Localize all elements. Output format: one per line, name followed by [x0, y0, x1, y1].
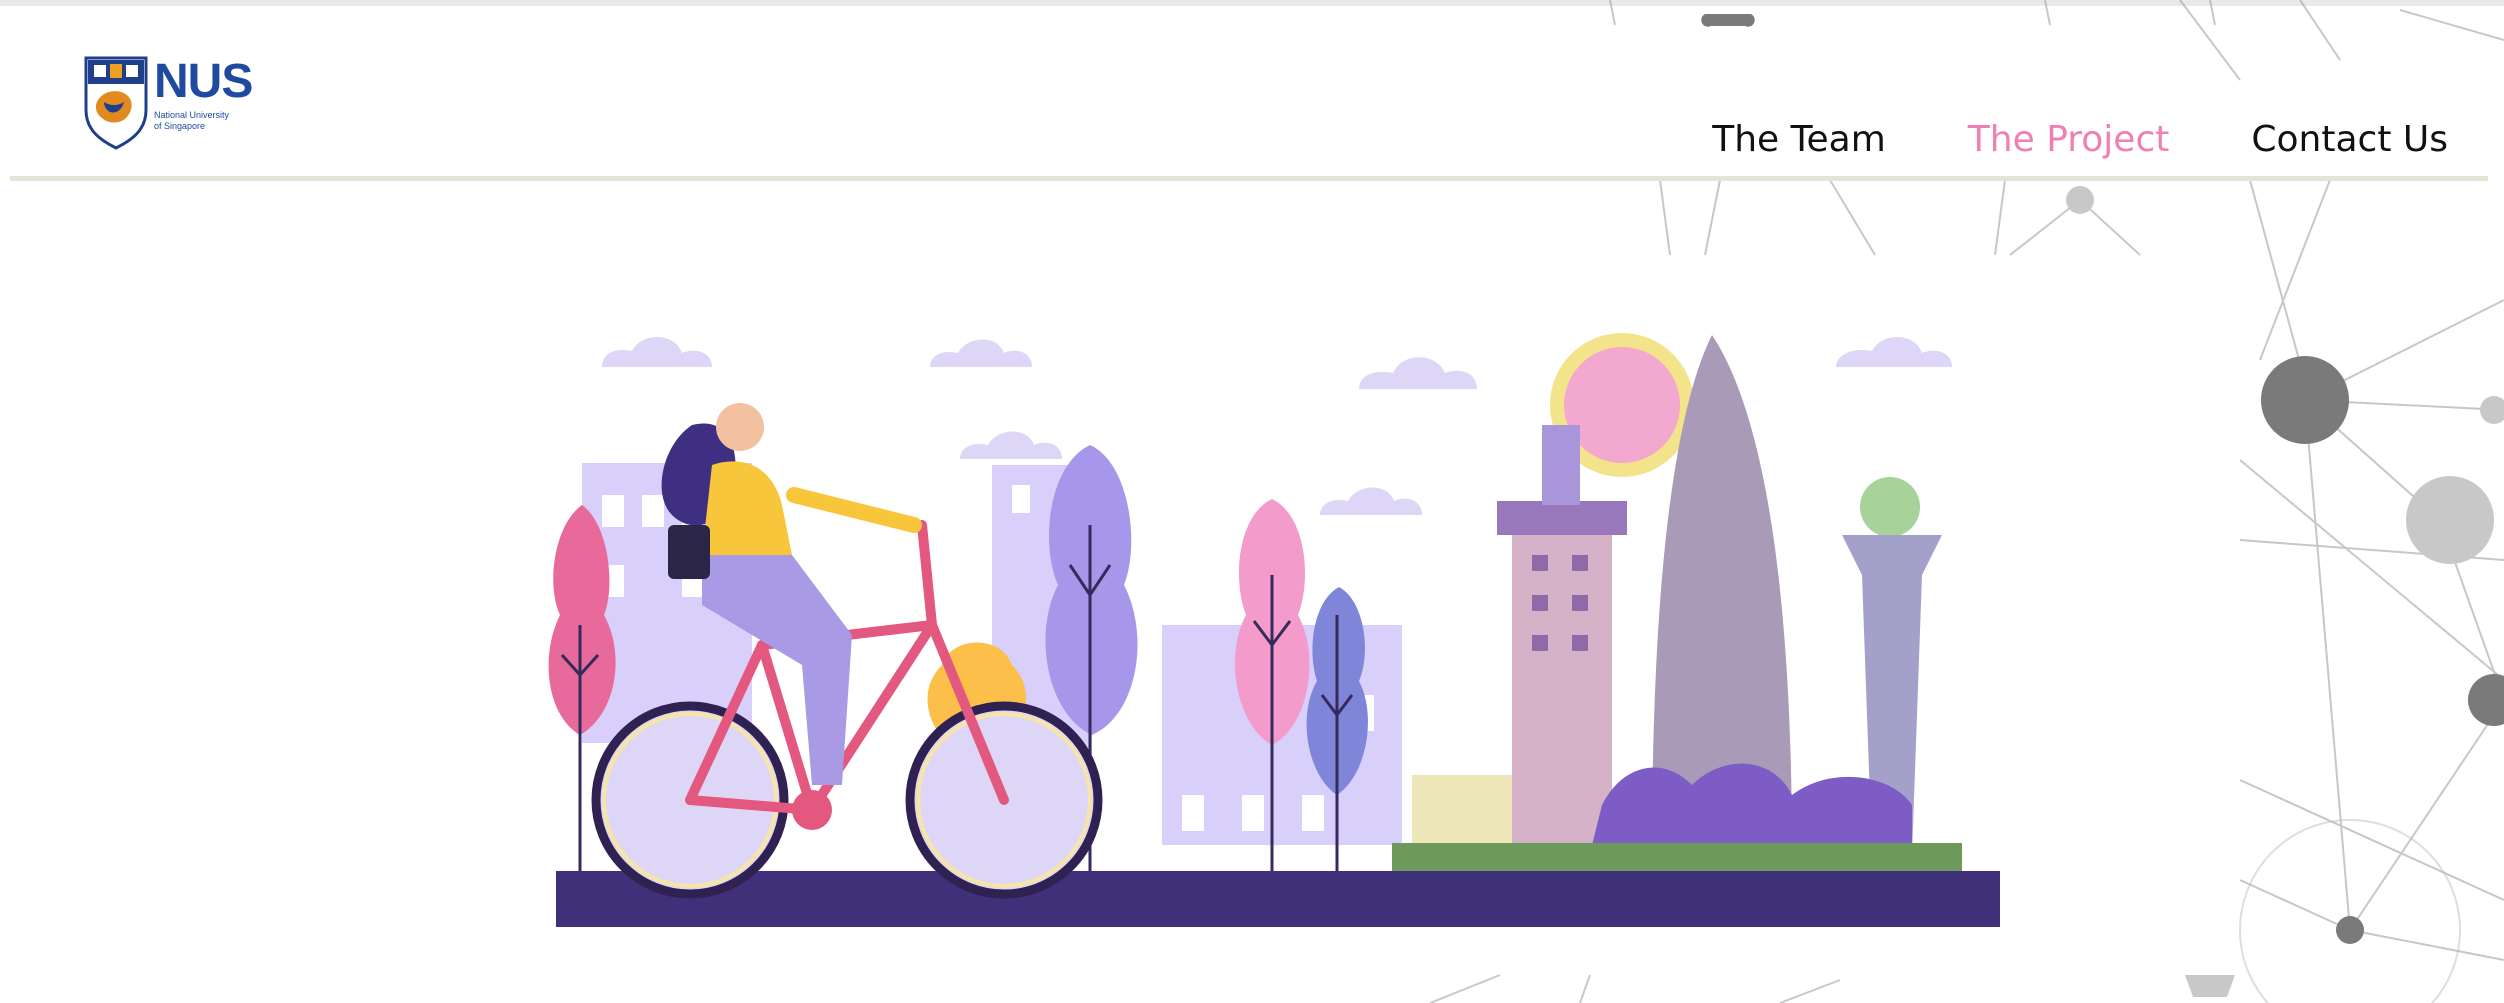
nus-logo[interactable]: NUS National University of Singapore — [84, 56, 264, 156]
header-divider — [10, 176, 2488, 181]
site-header: NUS National University of Singapore The… — [0, 6, 2504, 184]
nus-crest-icon — [84, 56, 148, 150]
hero-illustration — [548, 333, 2000, 927]
logo-name: NUS — [154, 55, 253, 108]
nav-link-the-project[interactable]: The Project — [1968, 118, 2170, 162]
logo-subtitle-line2: of Singapore — [154, 121, 206, 131]
main-nav: The Team The Project Contact Us — [1712, 118, 2448, 162]
logo-subtitle-line1: National University — [154, 110, 230, 120]
nav-link-contact-us[interactable]: Contact Us — [2251, 118, 2448, 162]
nav-link-the-team[interactable]: The Team — [1712, 118, 1886, 162]
